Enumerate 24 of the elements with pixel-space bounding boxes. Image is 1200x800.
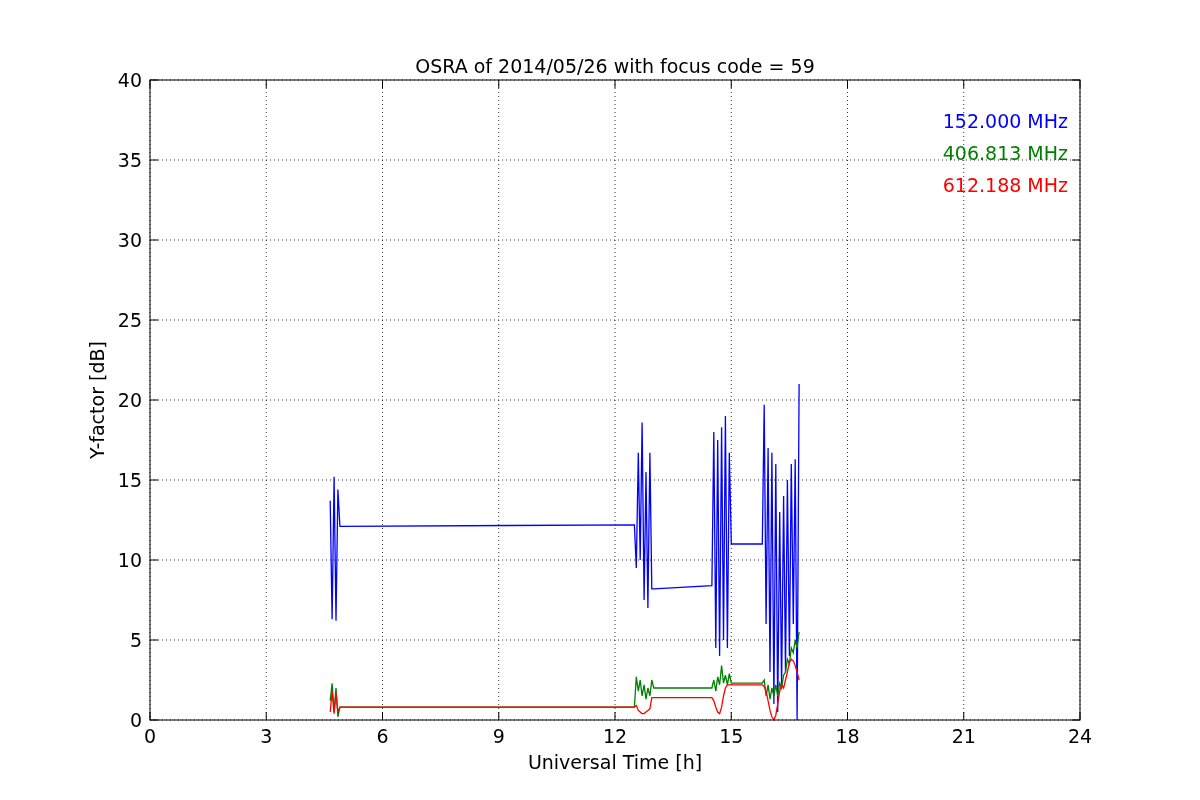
- legend-label: 612.188 MHz: [942, 174, 1068, 196]
- legend-label: 152.000 MHz: [942, 110, 1068, 132]
- x-tick-label: 24: [1067, 725, 1093, 747]
- x-tick-label: 9: [492, 725, 505, 747]
- y-tick-label: 0: [129, 709, 142, 731]
- x-tick-label: 12: [602, 725, 628, 747]
- y-tick-label: 10: [117, 549, 142, 571]
- y-tick-label: 25: [117, 309, 142, 331]
- x-tick-label: 0: [143, 725, 157, 747]
- x-tick-label: 6: [376, 725, 389, 747]
- y-axis-label: Y-factor [dB]: [86, 341, 108, 459]
- y-tick-label: 35: [117, 149, 142, 171]
- legend-label: 406.813 MHz: [942, 142, 1068, 164]
- y-tick-label: 5: [129, 629, 142, 651]
- y-tick-label: 20: [117, 389, 142, 411]
- chart-title: OSRA of 2014/05/26 with focus code = 59: [415, 55, 815, 77]
- y-tick-label: 40: [117, 69, 142, 91]
- x-tick-label: 21: [951, 725, 976, 747]
- x-tick-label: 3: [260, 725, 273, 747]
- x-tick-label: 18: [835, 725, 860, 747]
- y-tick-label: 30: [117, 229, 142, 251]
- x-tick-label: 15: [719, 725, 744, 747]
- x-axis-label: Universal Time [h]: [527, 751, 703, 773]
- y-tick-label: 15: [117, 469, 142, 491]
